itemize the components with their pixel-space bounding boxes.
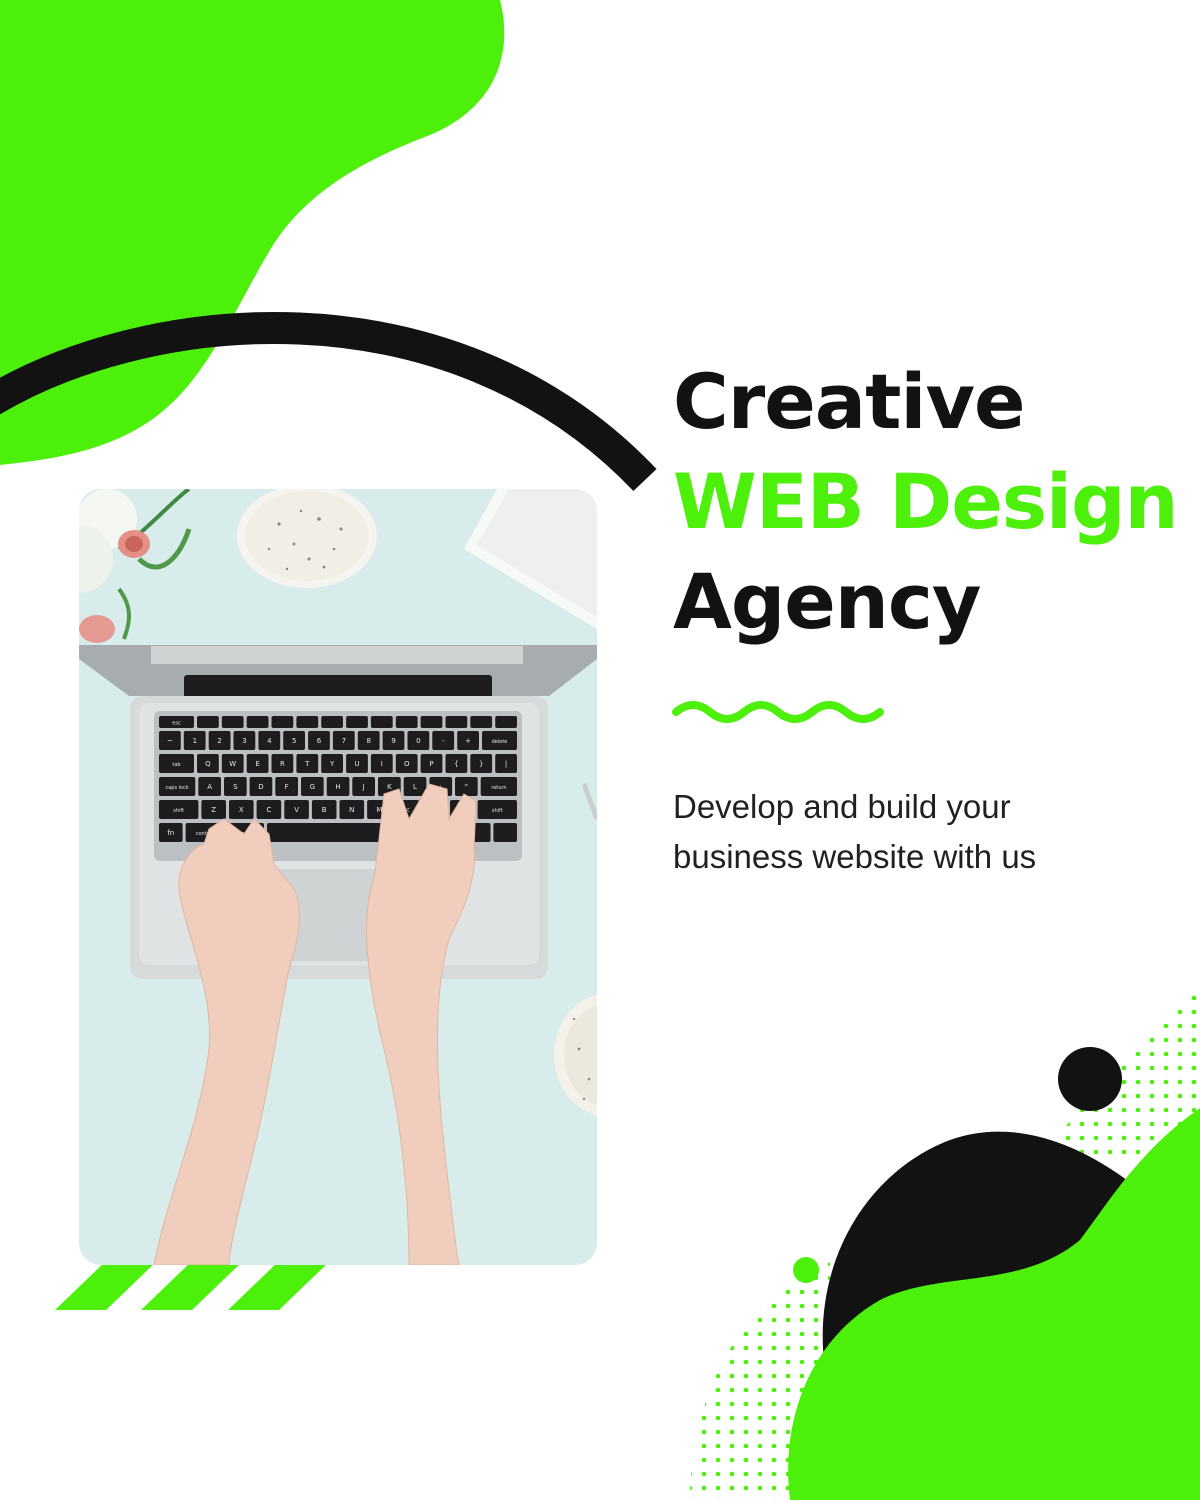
key-label: | [505,760,507,768]
headline-line-creative: Creative [673,357,1026,446]
key-label: { [454,760,458,768]
key-label: B [322,806,327,814]
key-label: S [233,783,238,791]
squiggle-divider [672,701,884,723]
key-label: + [465,737,471,745]
key-label: G [310,783,315,791]
key-label: Z [211,806,216,814]
key-label: C [266,806,271,814]
headline: Creative WEB Design Agency [673,352,1179,652]
key [296,716,319,728]
key-label: ~ [167,737,173,745]
key [321,716,343,728]
key [197,716,219,728]
key-label: " [465,783,468,791]
key-label: J [362,783,365,791]
key-label: W [229,760,236,768]
key-label: E [255,760,259,768]
key [370,716,393,728]
key-label: K [387,783,392,791]
key-label: P [429,760,433,768]
key-label: V [294,806,299,814]
key-label: Y [329,760,335,768]
key-label: L [413,783,417,791]
key-label: return [491,785,506,791]
key-label: 6 [317,737,322,745]
key [267,823,397,842]
headline-line-web-design: WEB Design [673,457,1179,546]
key [493,823,517,842]
key-label: shift [492,808,503,814]
key-label: 3 [242,737,246,745]
laptop-screen [79,645,597,703]
key-label: 0 [416,737,420,745]
key-label: fn [167,829,174,837]
key-label: shift [173,808,184,814]
key-label: 8 [366,737,370,745]
key [395,716,418,728]
key-label: T [304,760,310,768]
key-label: 7 [342,737,346,745]
key [495,716,517,728]
key-label: U [354,760,359,768]
black-dot [1058,1047,1122,1111]
key [246,716,269,728]
key [271,716,294,728]
key-label: 1 [193,737,197,745]
tagline: Develop and build your business website … [673,782,1173,882]
key [420,716,443,728]
key-label: delete [492,739,508,745]
top-left-green-blob [0,0,505,465]
key [445,716,468,728]
key-label: A [207,783,212,791]
key-label: 4 [267,737,272,745]
tagline-line-1: Develop and build your [673,788,1011,825]
headline-line-agency: Agency [673,557,981,646]
key-label: Q [205,760,211,768]
key-label: caps lock [165,785,188,791]
key-label: H [335,783,340,791]
laptop-illustration: esc~ 1 2 3 4 5 6 7 8 9 0- + deletetab Q W E R T Y U I O P{} |ca… [79,489,597,1265]
key [346,716,368,728]
key [470,716,493,728]
poster: esc ~1 2 3 4 5 6 7 8 9 0- + delete tab Q W E R T Y U I O P{} | ca… [0,0,1200,1500]
key-label: D [258,783,263,791]
key-label: I [381,760,383,768]
key-label: N [349,806,354,814]
tagline-line-2: business website with us [673,838,1037,875]
laptop-photo: esc ~1 2 3 4 5 6 7 8 9 0- + delete tab Q W E R T Y U I O P{} | ca… [79,489,597,1265]
key-label: 2 [217,737,221,745]
key-label: O [404,760,410,768]
key-label: } [479,760,483,768]
key-label: 9 [391,737,395,745]
key-label: tab [172,762,180,768]
key [221,716,244,728]
key-label: F [285,783,289,791]
key-label: esc [172,721,181,727]
small-green-dot [793,1257,819,1283]
key-label: R [280,760,285,768]
key-label: X [239,806,244,814]
key-label: 5 [292,737,296,745]
